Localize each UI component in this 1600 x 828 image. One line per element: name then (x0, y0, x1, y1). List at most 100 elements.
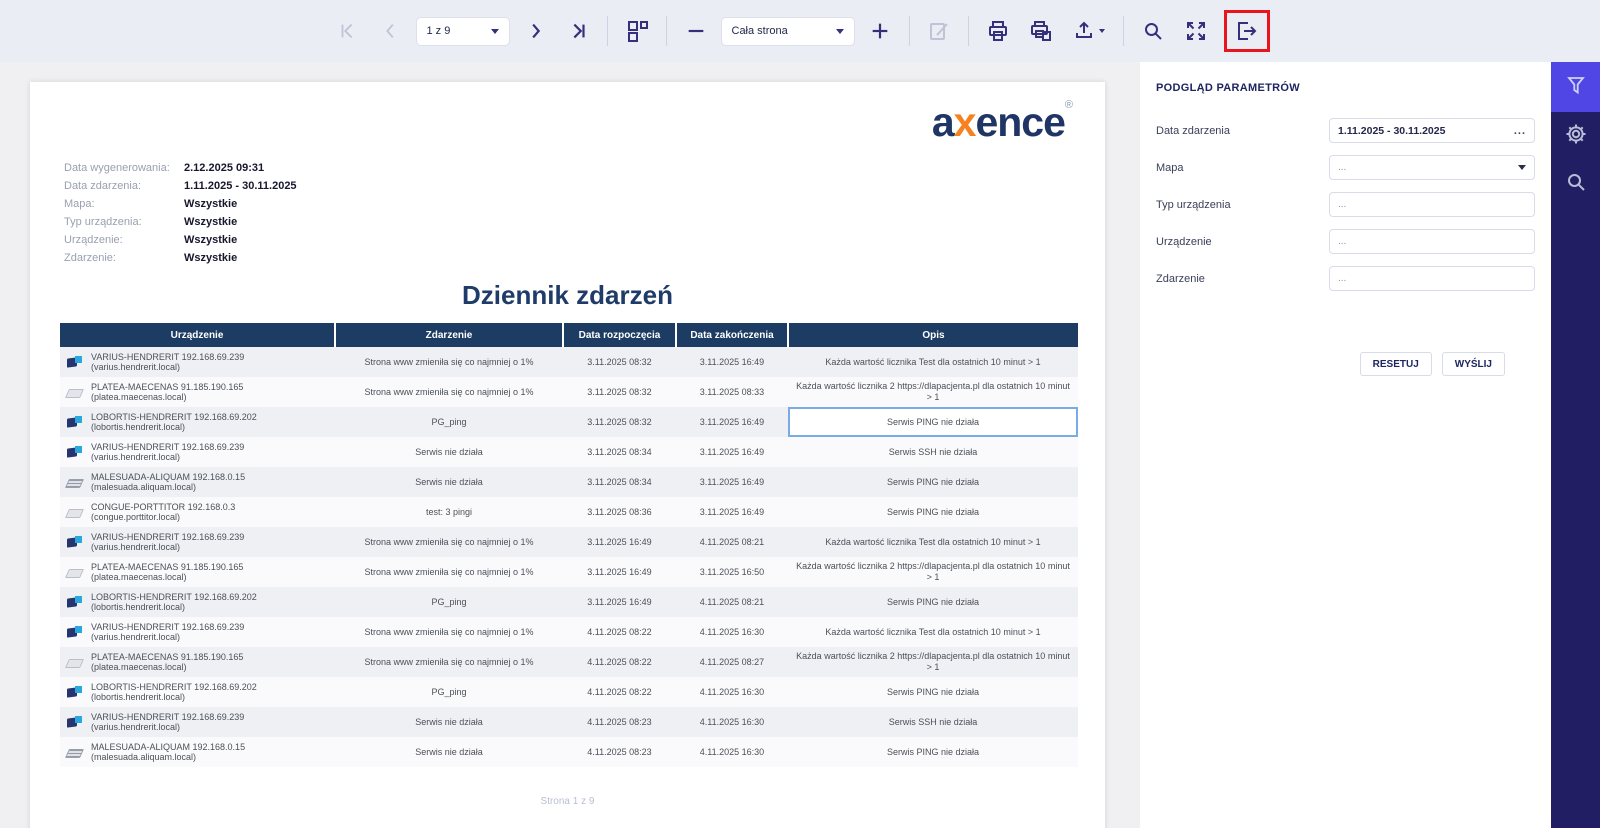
tab-parameters[interactable] (1551, 62, 1600, 112)
toolbar-divider (666, 16, 667, 46)
meta-label: Zdarzenie: (64, 252, 184, 264)
last-page-button[interactable] (561, 14, 595, 48)
column-header[interactable]: Data rozpoczęcia (563, 323, 676, 347)
description-cell[interactable]: Serwis PING nie działa (788, 407, 1078, 437)
start-date-cell: 3.11.2025 08:32 (563, 377, 676, 407)
device-name: PLATEA-MAECENAS 91.185.190.165 (91, 382, 243, 393)
description-cell[interactable]: Serwis SSH nie działa (788, 707, 1078, 737)
meta-row: Mapa: Wszystkie (64, 195, 297, 213)
column-header[interactable]: Urządzenie (60, 323, 335, 347)
device-cell: MALESUADA-ALIQUAM 192.168.0.15 (malesuad… (60, 467, 335, 497)
export-button[interactable] (1067, 14, 1111, 48)
meta-value: 1.11.2025 - 30.11.2025 (184, 180, 297, 192)
first-page-button[interactable] (331, 14, 365, 48)
device-cell: MALESUADA-ALIQUAM 192.168.0.15 (malesuad… (60, 737, 335, 767)
device-cell: VARIUS-HENDRERIT 192.168.69.239 (varius.… (60, 347, 335, 377)
description-cell[interactable]: Serwis PING nie działa (788, 467, 1078, 497)
print-page-button[interactable] (1024, 14, 1058, 48)
zoom-in-button[interactable] (863, 14, 897, 48)
start-date-cell: 3.11.2025 08:36 (563, 497, 676, 527)
table-row: LOBORTIS-HENDRERIT 192.168.69.202 (lobor… (60, 587, 1078, 617)
column-header[interactable]: Data zakończenia (676, 323, 788, 347)
fullscreen-button[interactable] (1179, 14, 1213, 48)
tab-search[interactable] (1551, 158, 1600, 208)
device-name: PLATEA-MAECENAS 91.185.190.165 (91, 562, 243, 573)
end-date-cell: 4.11.2025 08:27 (676, 647, 788, 677)
search-button[interactable] (1136, 14, 1170, 48)
device-icon (66, 745, 83, 760)
column-header[interactable]: Opis (788, 323, 1078, 347)
zoom-out-button[interactable] (679, 14, 713, 48)
device-cell: LOBORTIS-HENDRERIT 192.168.69.202 (lobor… (60, 677, 335, 707)
end-date-cell: 3.11.2025 08:33 (676, 377, 788, 407)
event-cell: Strona www zmieniła się co najmniej o 1% (335, 347, 563, 377)
device-name: MALESUADA-ALIQUAM 192.168.0.15 (91, 742, 245, 753)
device-name: MALESUADA-ALIQUAM 192.168.0.15 (91, 472, 245, 483)
parameter-value: ... (1338, 236, 1526, 247)
parameter-input[interactable]: ... (1329, 155, 1535, 180)
device-name: VARIUS-HENDRERIT 192.168.69.239 (91, 532, 244, 543)
zoom-select[interactable]: Cała strona (722, 18, 854, 45)
start-date-cell: 3.11.2025 08:34 (563, 437, 676, 467)
device-cell: LOBORTIS-HENDRERIT 192.168.69.202 (lobor… (60, 407, 335, 437)
parameters-panel: PODGLĄD PARAMETRÓW Data zdarzenia 1.11.2… (1140, 62, 1551, 828)
device-cell: CONGUE-PORTTITOR 192.168.0.3 (congue.por… (60, 497, 335, 527)
description-cell[interactable]: Serwis PING nie działa (788, 497, 1078, 527)
parameter-value: ... (1338, 162, 1518, 173)
parameter-input[interactable]: ... (1329, 229, 1535, 254)
description-cell[interactable]: Serwis PING nie działa (788, 587, 1078, 617)
start-date-cell: 4.11.2025 08:23 (563, 737, 676, 767)
description-cell[interactable]: Każda wartość licznika 2 https://dlapacj… (788, 647, 1078, 677)
event-cell: Serwis nie działa (335, 737, 563, 767)
reset-button[interactable]: RESETUJ (1360, 352, 1432, 376)
print-button[interactable] (981, 14, 1015, 48)
device-icon (66, 595, 83, 610)
last-page-icon (567, 20, 589, 42)
description-cell[interactable]: Każda wartość licznika 2 https://dlapacj… (788, 377, 1078, 407)
highlight-box (1224, 10, 1270, 52)
event-cell: test: 3 pingi (335, 497, 563, 527)
page-select[interactable]: 1 z 9 (417, 18, 509, 45)
event-cell: Serwis nie działa (335, 707, 563, 737)
description-cell[interactable]: Serwis SSH nie działa (788, 437, 1078, 467)
parameter-input[interactable]: ... (1329, 266, 1535, 291)
meta-value: Wszystkie (184, 198, 237, 210)
device-hostname: (platea.maecenas.local) (91, 392, 243, 403)
gear-icon (1564, 122, 1588, 149)
minus-icon (685, 20, 707, 42)
tab-settings[interactable] (1551, 110, 1600, 160)
meta-value: Wszystkie (184, 216, 237, 228)
device-icon (66, 385, 83, 400)
device-hostname: (varius.hendrerit.local) (91, 362, 244, 373)
previous-page-button[interactable] (374, 14, 408, 48)
page-layout-button[interactable] (620, 14, 654, 48)
parameter-input[interactable]: 1.11.2025 - 30.11.2025 ... (1329, 118, 1535, 143)
end-date-cell: 4.11.2025 16:30 (676, 707, 788, 737)
printer-page-icon (1029, 19, 1053, 43)
device-name: VARIUS-HENDRERIT 192.168.69.239 (91, 712, 244, 723)
submit-button[interactable]: WYŚLIJ (1442, 352, 1505, 376)
parameter-label: Typ urządzenia (1156, 199, 1329, 211)
column-header[interactable]: Zdarzenie (335, 323, 563, 347)
ellipsis-button[interactable]: ... (1514, 128, 1526, 134)
description-cell[interactable]: Serwis PING nie działa (788, 737, 1078, 767)
exit-preview-button[interactable] (1230, 14, 1264, 48)
device-icon (66, 355, 83, 370)
device-hostname: (platea.maecenas.local) (91, 662, 243, 673)
description-cell[interactable]: Każda wartość licznika 2 https://dlapacj… (788, 557, 1078, 587)
chevron-down-icon (1518, 165, 1526, 170)
device-cell: LOBORTIS-HENDRERIT 192.168.69.202 (lobor… (60, 587, 335, 617)
edit-parameters-button[interactable] (922, 14, 956, 48)
description-cell[interactable]: Każda wartość licznika Test dla ostatnic… (788, 347, 1078, 377)
description-cell[interactable]: Każda wartość licznika Test dla ostatnic… (788, 527, 1078, 557)
parameter-input[interactable]: ... (1329, 192, 1535, 217)
device-icon (66, 685, 83, 700)
device-hostname: (varius.hendrerit.local) (91, 542, 244, 553)
device-icon (66, 535, 83, 550)
event-cell: Serwis nie działa (335, 467, 563, 497)
description-cell[interactable]: Serwis PING nie działa (788, 677, 1078, 707)
next-page-button[interactable] (518, 14, 552, 48)
meta-label: Typ urządzenia: (64, 216, 184, 228)
event-cell: Strona www zmieniła się co najmniej o 1% (335, 527, 563, 557)
description-cell[interactable]: Każda wartość licznika Test dla ostatnic… (788, 617, 1078, 647)
